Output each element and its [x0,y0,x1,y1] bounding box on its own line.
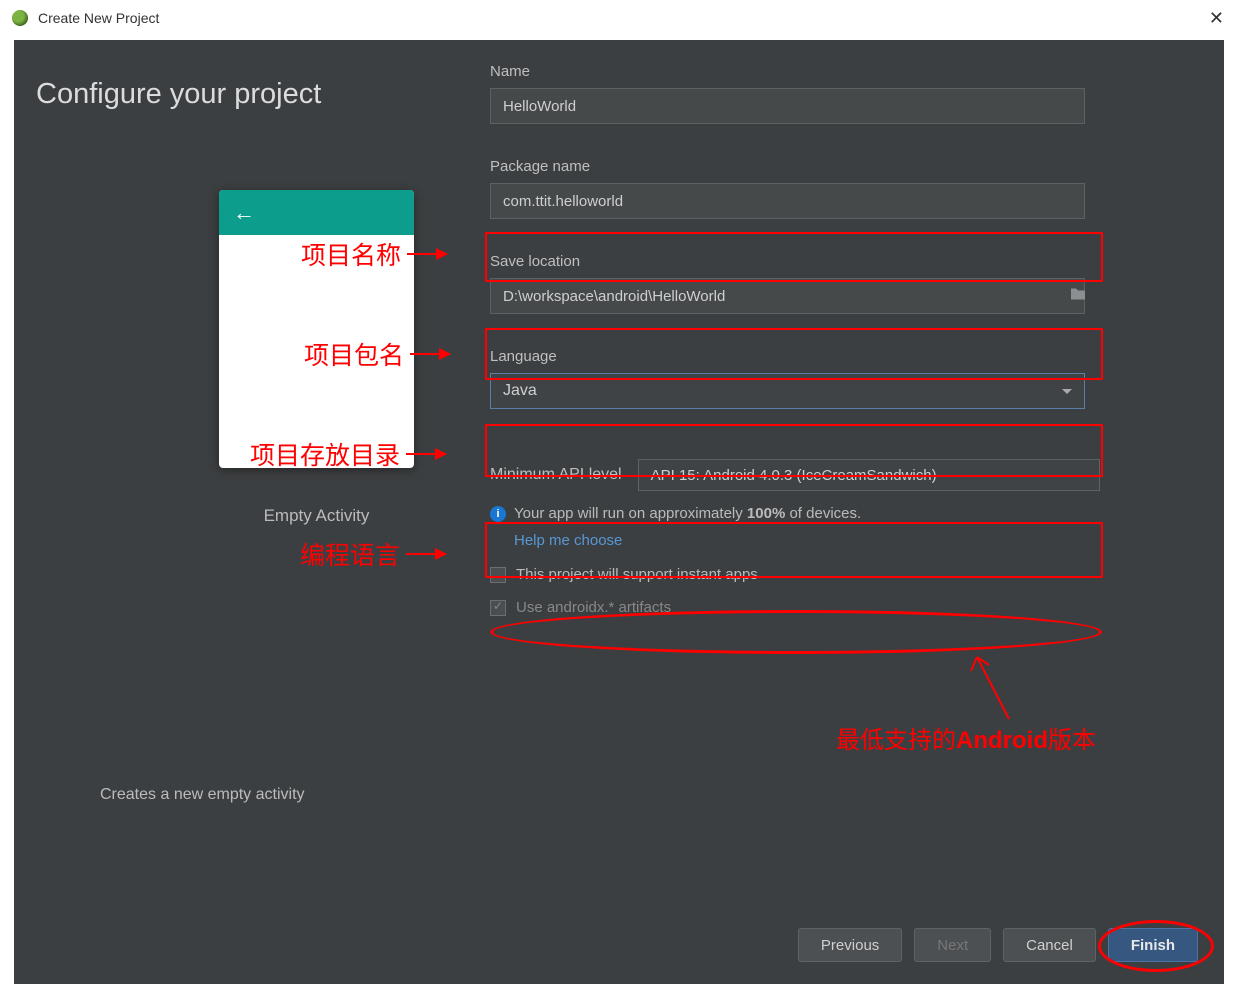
language-label: Language [490,348,1100,365]
arrow-right-icon [407,253,447,255]
package-label: Package name [490,158,1100,175]
finish-button[interactable]: Finish [1108,928,1198,962]
annotation-location: 项目存放目录 [250,436,446,472]
name-input[interactable] [490,88,1085,124]
androidx-checkbox [490,600,506,616]
titlebar: Create New Project ✕ [0,0,1238,36]
location-label: Save location [490,253,1100,270]
language-select[interactable]: Java [490,373,1085,409]
dialog-body: Configure your project ← Empty Activity … [14,40,1224,984]
location-input[interactable] [490,278,1085,314]
previous-button[interactable]: Previous [798,928,902,962]
instant-apps-label: This project will support instant apps [516,566,758,583]
phone-toolbar: ← [219,190,414,235]
arrow-right-icon [406,453,446,455]
api-value: API 15: Android 4.0.3 (IceCreamSandwich) [651,467,937,484]
annotation-package: 项目包名 [304,336,450,372]
api-label: Minimum API level [490,466,622,484]
description: Creates a new empty activity [100,786,305,804]
androidx-label: Use androidx.* artifacts [516,599,671,616]
folder-icon[interactable] [1070,287,1086,306]
button-bar: Previous Next Cancel Finish [798,928,1198,962]
instant-apps-checkbox[interactable] [490,567,506,583]
arrow-right-icon [410,353,450,355]
annotation-language: 编程语言 [300,536,446,572]
phone-mock: ← [219,190,414,468]
close-icon[interactable]: ✕ [1209,8,1224,29]
cancel-button[interactable]: Cancel [1003,928,1096,962]
preview-name: Empty Activity [219,506,414,526]
api-select[interactable]: API 15: Android 4.0.3 (IceCreamSandwich) [638,459,1100,491]
arrow-right-icon [406,553,446,555]
package-input[interactable] [490,183,1085,219]
back-arrow-icon: ← [233,200,255,226]
app-icon [12,10,28,26]
annotation-ellipse [490,610,1102,654]
next-button: Next [914,928,991,962]
annotation-arrow [969,653,1029,723]
language-value: Java [503,382,537,400]
help-link[interactable]: Help me choose [514,532,622,549]
window-title: Create New Project [38,10,159,26]
info-text: Your app will run on approximately 100% … [514,505,861,522]
name-label: Name [490,63,1100,80]
form: Name Package name Save location Language… [490,63,1100,616]
annotation-name: 项目名称 [301,236,447,272]
info-icon: i [490,506,506,522]
annotation-api: 最低支持的Android版本 [836,720,1096,755]
chevron-down-icon [1062,389,1072,394]
